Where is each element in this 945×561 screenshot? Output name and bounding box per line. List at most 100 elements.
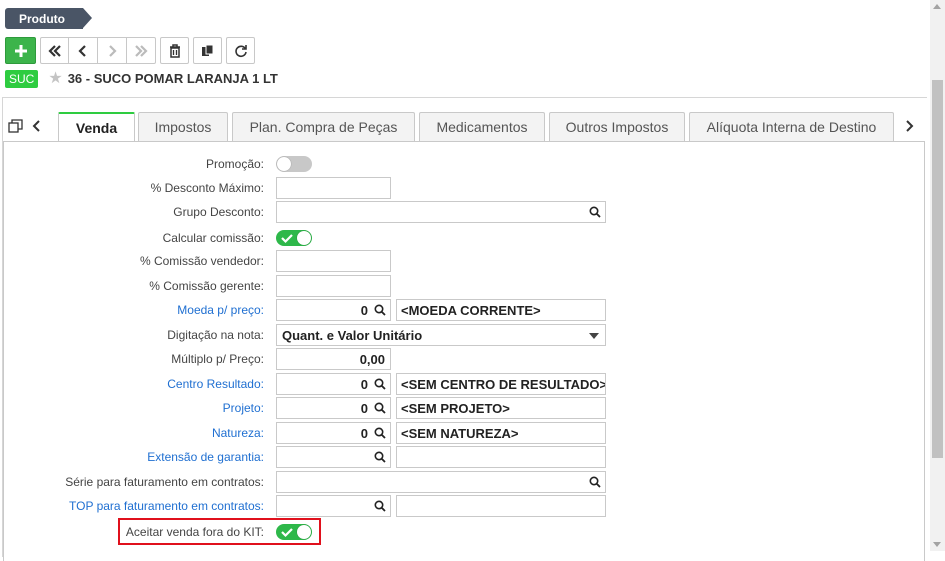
comissao-gerente-input[interactable] [276, 275, 391, 297]
digitacao-label: Digitação na nota: [167, 328, 264, 342]
previous-record-button[interactable] [69, 37, 98, 64]
promocao-toggle[interactable] [276, 156, 312, 172]
page-title: 36 - SUCO POMAR LARANJA 1 LT [67, 71, 278, 86]
row-digitacao: Digitação na nota: Quant. e Valor Unitár… [3, 324, 928, 346]
moeda-code: 0 [360, 303, 368, 318]
add-button[interactable] [5, 37, 36, 64]
tab-label: Plan. Compra de Peças [249, 119, 398, 135]
moeda-description: <MOEDA CORRENTE> [396, 299, 606, 321]
comissao-vendedor-label: % Comissão vendedor: [139, 254, 264, 268]
tab-list-button[interactable] [8, 116, 24, 136]
scroll-down-icon[interactable] [933, 542, 941, 547]
refresh-icon [234, 44, 247, 57]
row-centro-resultado: Centro Resultado: 0 <SEM CENTRO DE RESUL… [3, 373, 928, 395]
row-promocao: Promoção: [3, 153, 928, 175]
breadcrumb[interactable]: Produto [5, 8, 92, 29]
projeto-code-input[interactable]: 0 [276, 397, 391, 419]
top-faturamento-label[interactable]: TOP para faturamento em contratos: [69, 499, 264, 513]
digitacao-select[interactable]: Quant. e Valor Unitário [276, 324, 606, 346]
tab-medicamentos[interactable]: Medicamentos [419, 112, 545, 141]
extensao-garantia-code-input[interactable] [276, 446, 391, 468]
chevron-down-icon [589, 333, 599, 339]
top-faturamento-code-input[interactable] [276, 495, 391, 517]
plus-icon [14, 44, 27, 57]
row-multiplo: Múltiplo p/ Preço: 0,00 [3, 348, 928, 370]
row-projeto: Projeto: 0 <SEM PROJETO> [3, 397, 928, 419]
centro-resultado-code: 0 [360, 377, 368, 392]
row-natureza: Natureza: 0 <SEM NATUREZA> [3, 422, 928, 444]
extensao-garantia-label[interactable]: Extensão de garantia: [147, 450, 264, 464]
double-chevron-left-icon [47, 44, 61, 57]
row-grupo-desconto: Grupo Desconto: [3, 201, 928, 223]
double-chevron-right-icon [135, 44, 148, 57]
projeto-code: 0 [360, 401, 368, 416]
breadcrumb-label: Produto [19, 12, 65, 26]
search-icon[interactable] [589, 206, 601, 218]
delete-button[interactable] [160, 37, 189, 64]
centro-resultado-code-input[interactable]: 0 [276, 373, 391, 395]
copy-icon [201, 44, 213, 56]
tab-aliquota-interna-destino[interactable]: Alíquota Interna de Destino [689, 112, 894, 141]
search-icon[interactable] [374, 451, 386, 463]
moeda-code-input[interactable]: 0 [276, 299, 391, 321]
record-title-bar: SUC ★ 36 - SUCO POMAR LARANJA 1 LT [5, 69, 278, 88]
row-calcular-comissao: Calcular comissão: [3, 227, 928, 249]
centro-resultado-description: <SEM CENTRO DE RESULTADO> [396, 373, 606, 395]
search-icon[interactable] [374, 378, 386, 390]
tab-label: Venda [75, 120, 118, 136]
toggle-knob [297, 231, 311, 245]
projeto-label[interactable]: Projeto: [223, 401, 264, 415]
search-icon[interactable] [374, 500, 386, 512]
multiplo-input[interactable]: 0,00 [276, 348, 391, 370]
centro-resultado-label[interactable]: Centro Resultado: [167, 377, 264, 391]
tab-scroll-left-button[interactable] [32, 116, 42, 136]
comissao-vendedor-input[interactable] [276, 250, 391, 272]
next-record-button[interactable] [98, 37, 127, 64]
chevron-left-icon [78, 44, 86, 57]
chevron-right-icon [109, 44, 117, 57]
scrollbar-thumb[interactable] [932, 80, 943, 458]
search-icon[interactable] [374, 402, 386, 414]
top-faturamento-description [396, 495, 606, 517]
extensao-garantia-description [396, 446, 606, 468]
refresh-button[interactable] [226, 37, 255, 64]
tab-impostos[interactable]: Impostos [138, 112, 228, 141]
multiplo-label: Múltiplo p/ Preço: [171, 352, 264, 366]
moeda-label[interactable]: Moeda p/ preço: [177, 303, 264, 317]
serie-faturamento-input[interactable] [276, 471, 606, 493]
desconto-maximo-input[interactable] [276, 177, 391, 199]
natureza-code: 0 [360, 426, 368, 441]
toolbar [5, 37, 257, 64]
calcular-comissao-toggle[interactable] [276, 230, 312, 246]
natureza-code-input[interactable]: 0 [276, 422, 391, 444]
search-icon[interactable] [374, 427, 386, 439]
tab-label: Alíquota Interna de Destino [706, 119, 877, 135]
projeto-description: <SEM PROJETO> [396, 397, 606, 419]
tab-scroll-right-button[interactable] [904, 116, 914, 136]
scroll-up-icon[interactable] [933, 4, 941, 9]
last-record-button[interactable] [127, 37, 156, 64]
row-desconto-maximo: % Desconto Máximo: [3, 177, 928, 199]
star-icon[interactable]: ★ [48, 70, 62, 87]
tab-label: Medicamentos [436, 119, 528, 135]
row-serie-faturamento: Série para faturamento em contratos: [3, 471, 928, 493]
grupo-desconto-label: Grupo Desconto: [173, 205, 264, 219]
tab-outros-impostos[interactable]: Outros Impostos [549, 112, 685, 141]
row-extensao-garantia: Extensão de garantia: [3, 446, 928, 468]
tab-plan-compra-pecas[interactable]: Plan. Compra de Peças [232, 112, 415, 141]
check-icon [281, 234, 293, 244]
calcular-comissao-label: Calcular comissão: [162, 231, 264, 245]
tab-venda[interactable]: Venda [58, 112, 135, 142]
chevron-right-icon [906, 120, 914, 132]
promocao-label: Promoção: [205, 157, 264, 171]
search-icon[interactable] [374, 304, 386, 316]
duplicate-button[interactable] [193, 37, 222, 64]
natureza-description: <SEM NATUREZA> [396, 422, 606, 444]
toggle-knob [277, 157, 291, 171]
vertical-scrollbar[interactable] [930, 0, 945, 551]
natureza-label[interactable]: Natureza: [212, 426, 264, 440]
search-icon[interactable] [589, 476, 601, 488]
grupo-desconto-input[interactable] [276, 201, 606, 223]
navigation-group [40, 37, 156, 64]
first-record-button[interactable] [40, 37, 69, 64]
